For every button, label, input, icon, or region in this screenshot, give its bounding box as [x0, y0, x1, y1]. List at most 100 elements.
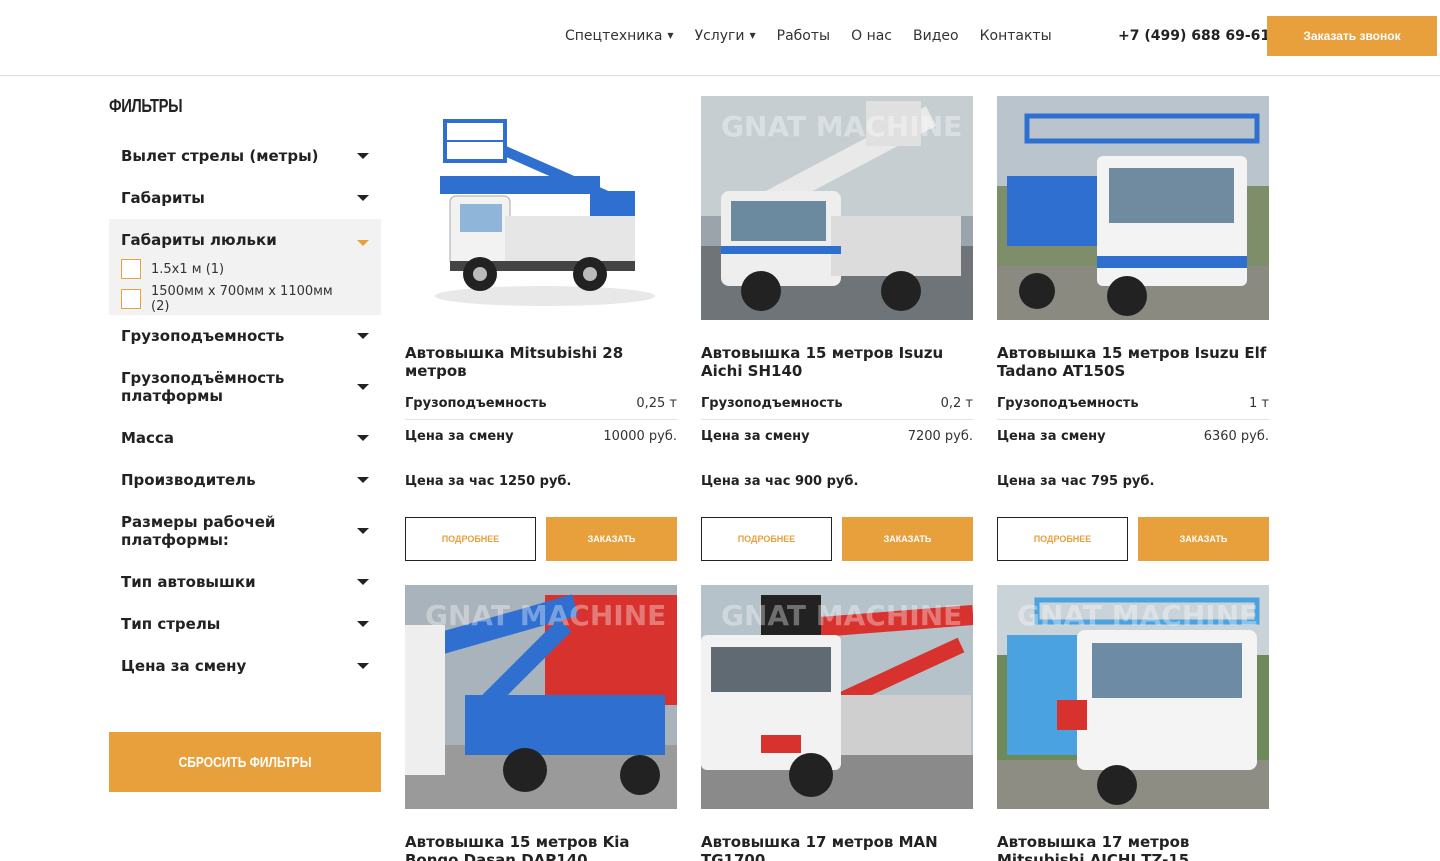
product-card: GNAT MACHINE Автовышка 15 метров Isuzu A…	[701, 96, 973, 561]
product-card: GNAT MACHINE Автовышка 17 метров Mitsubi…	[997, 585, 1269, 861]
product-image[interactable]: GNAT MACHINE	[701, 96, 973, 320]
filter-label: Тип автовышки	[121, 573, 256, 591]
product-title[interactable]: Автовышка 15 метров Isuzu Aichi SH140	[701, 344, 973, 380]
product-card: Автовышка 15 метров Isuzu Elf Tadano AT1…	[997, 96, 1269, 561]
filter-capacity[interactable]: Грузоподъемность	[109, 315, 381, 357]
triangle-down-icon	[357, 384, 369, 390]
filter-shift-price[interactable]: Цена за смену	[109, 645, 381, 687]
product-title[interactable]: Автовышка Mitsubishi 28 метров	[405, 344, 677, 380]
spec-row: Грузоподъемность 0,2 т	[701, 396, 973, 420]
spec-label: Цена за смену	[701, 429, 810, 444]
triangle-down-icon	[357, 195, 369, 201]
spec-value: 6360 руб.	[1203, 429, 1269, 444]
spec-value: 10000 руб.	[603, 429, 677, 444]
filters-title: ФИЛЬТРЫ	[109, 96, 183, 116]
filter-lift-type[interactable]: Тип автовышки	[109, 561, 381, 603]
product-image[interactable]: GNAT MACHINE	[405, 585, 677, 809]
triangle-down-icon	[357, 528, 369, 534]
order-button[interactable]: ЗАКАЗАТЬ	[842, 517, 973, 561]
product-title[interactable]: Автовышка 15 метров Isuzu Elf Tadano AT1…	[997, 344, 1269, 380]
filter-basket-dimensions[interactable]: Габариты люльки 1.5x1 м (1) 1500мм х 700…	[109, 219, 381, 315]
filter-label: Грузоподъемность	[121, 327, 285, 345]
product-image[interactable]	[997, 96, 1269, 320]
spec-value: 7200 руб.	[907, 429, 973, 444]
filter-boom-reach[interactable]: Вылет стрелы (метры)	[109, 135, 381, 177]
watermark: GNAT MACHINE	[1017, 599, 1258, 632]
checkbox[interactable]	[121, 259, 141, 279]
filter-label: Производитель	[121, 471, 256, 489]
spec-row: Цена за смену 10000 руб.	[405, 420, 677, 452]
order-button[interactable]: ЗАКАЗАТЬ	[1138, 517, 1269, 561]
spec-value: 0,25 т	[636, 396, 677, 411]
product-card: GNAT MACHINE Автовышка 15 метров Kia Bon…	[405, 585, 677, 861]
nav-label: Спецтехника	[565, 28, 663, 44]
spec-label: Грузоподъемность	[405, 396, 547, 411]
reset-filters-button[interactable]: СБРОСИТЬ ФИЛЬТРЫ	[109, 732, 381, 792]
nav-item-works[interactable]: Работы	[777, 26, 830, 46]
spec-row: Грузоподъемность 1 т	[997, 396, 1269, 420]
nav-item-special-equipment[interactable]: Спецтехника ▼	[565, 26, 674, 46]
filter-platform-capacity[interactable]: Грузоподъёмность платформы	[109, 357, 381, 417]
filter-label: Цена за смену	[121, 657, 247, 675]
spec-label: Грузоподъемность	[701, 396, 843, 411]
hour-price: Цена за час 795 руб.	[997, 474, 1155, 489]
spec-label: Цена за смену	[997, 429, 1106, 444]
details-button[interactable]: ПОДРОБНЕЕ	[997, 517, 1128, 561]
nav-label: Услуги	[694, 28, 745, 44]
nav-item-video[interactable]: Видео	[913, 26, 959, 46]
spec-row: Грузоподъемность 0,25 т	[405, 396, 677, 420]
checkbox[interactable]	[121, 289, 141, 309]
details-button[interactable]: ПОДРОБНЕЕ	[701, 517, 832, 561]
filter-label: Размеры рабочей платформы:	[121, 513, 276, 549]
product-title[interactable]: Автовышка 15 метров Kia Bongo Dasan DAP1…	[405, 833, 677, 861]
filter-platform-size[interactable]: Размеры рабочей платформы:	[109, 501, 381, 561]
main-nav: Спецтехника ▼ Услуги ▼ Работы О нас Видео …	[565, 26, 1073, 46]
reset-label: СБРОСИТЬ ФИЛЬТРЫ	[178, 753, 312, 771]
order-button[interactable]: ЗАКАЗАТЬ	[546, 517, 677, 561]
nav-item-about[interactable]: О нас	[851, 26, 892, 46]
details-button[interactable]: ПОДРОБНЕЕ	[405, 517, 536, 561]
spec-label: Грузоподъемность	[997, 396, 1139, 411]
hour-price: Цена за час 900 руб.	[701, 474, 859, 489]
hour-price: Цена за час 1250 руб.	[405, 474, 572, 489]
product-image[interactable]: GNAT MACHINE	[997, 585, 1269, 809]
product-title[interactable]: Автовышка 17 метров Mitsubishi AICHI TZ-…	[997, 833, 1269, 861]
card-buttons: ПОДРОБНЕЕ ЗАКАЗАТЬ	[701, 517, 973, 561]
filter-boom-type[interactable]: Тип стрелы	[109, 603, 381, 645]
filter-list: Вылет стрелы (метры) Габариты Габариты л…	[109, 135, 381, 687]
filter-label: Масса	[121, 429, 174, 447]
caret-down-icon: ▼	[749, 31, 756, 40]
triangle-down-icon	[357, 153, 369, 159]
card-buttons: ПОДРОБНЕЕ ЗАКАЗАТЬ	[405, 517, 677, 561]
filter-label: Грузоподъёмность платформы	[121, 369, 285, 405]
spec-row: Цена за смену 6360 руб.	[997, 420, 1269, 452]
triangle-down-icon	[357, 621, 369, 627]
triangle-down-icon	[357, 240, 369, 246]
caret-down-icon: ▼	[667, 31, 674, 40]
watermark: GNAT MACHINE	[721, 110, 962, 143]
nav-item-contacts[interactable]: Контакты	[980, 26, 1052, 46]
triangle-down-icon	[357, 663, 369, 669]
watermark: GNAT MACHINE	[721, 599, 962, 632]
filter-option[interactable]: 1.5x1 м (1)	[121, 259, 341, 279]
triangle-down-icon	[357, 477, 369, 483]
filter-manufacturer[interactable]: Производитель	[109, 459, 381, 501]
product-title[interactable]: Автовышка 17 метров MAN TG1700	[701, 833, 973, 861]
request-call-button[interactable]: Заказать звонок	[1267, 16, 1437, 56]
spec-row: Цена за смену 7200 руб.	[701, 420, 973, 452]
nav-item-services[interactable]: Услуги ▼	[695, 26, 756, 46]
phone-link[interactable]: +7 (499) 688 69-61	[1118, 26, 1270, 46]
spec-value: 1 т	[1249, 396, 1269, 411]
product-image[interactable]	[405, 96, 677, 320]
product-image[interactable]: GNAT MACHINE	[701, 585, 973, 809]
filter-label: Габариты	[121, 189, 205, 207]
filter-label: Вылет стрелы (метры)	[121, 147, 319, 165]
filter-dimensions[interactable]: Габариты	[109, 177, 381, 219]
spec-label: Цена за смену	[405, 429, 514, 444]
filter-label: Габариты люльки	[121, 231, 277, 249]
product-card: GNAT MACHINE Автовышка 17 метров MAN TG1…	[701, 585, 973, 861]
triangle-down-icon	[357, 435, 369, 441]
filter-mass[interactable]: Масса	[109, 417, 381, 459]
filter-option[interactable]: 1500мм х 700мм х 1100мм (2)	[121, 284, 341, 314]
option-label: 1.5x1 м (1)	[151, 261, 225, 277]
